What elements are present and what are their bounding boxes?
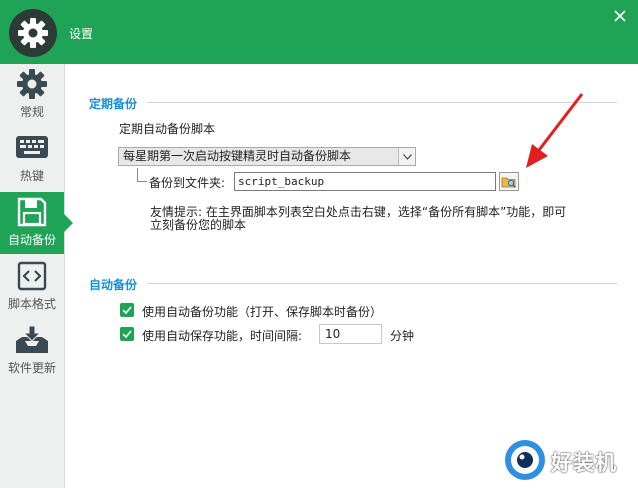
sidebar-item-general[interactable]: 常规 (0, 64, 64, 126)
interval-unit: 分钟 (390, 329, 415, 343)
download-tray-icon (14, 324, 50, 356)
script-label: 定期自动备份脚本 (119, 122, 216, 136)
gear-icon (9, 9, 57, 57)
section-title-scheduled-backup: 定期备份 (89, 97, 138, 111)
watermark-text: 好装机 (551, 451, 617, 475)
title-bar: 设置 (0, 0, 638, 64)
section-title-auto-backup: 自动备份 (89, 278, 138, 292)
auto-save-label: 使用自动保存功能，时间间隔: (142, 329, 303, 343)
folder-browse-icon[interactable] (499, 172, 519, 191)
sidebar-item-label: 脚本格式 (7, 297, 56, 311)
auto-save-checkbox[interactable] (120, 327, 134, 341)
chevron-down-icon[interactable] (398, 148, 415, 165)
folder-label: 备份到文件夹: (149, 176, 226, 190)
close-icon[interactable] (612, 8, 628, 24)
section-divider (147, 283, 617, 284)
tree-connector (137, 168, 147, 182)
sidebar-item-auto-backup[interactable]: 自动备份 (0, 192, 73, 254)
schedule-select[interactable]: 每星期第一次启动按键精灵时自动备份脚本 (118, 147, 416, 166)
sidebar-item-label: 常规 (19, 105, 44, 119)
sidebar-item-hotkeys[interactable]: 热键 (0, 128, 64, 190)
sidebar-item-script-format[interactable]: 脚本格式 (0, 256, 64, 318)
annotation-arrow (526, 93, 584, 168)
code-icon (17, 260, 47, 292)
interval-input[interactable]: 10 (319, 324, 382, 344)
auto-backup-checkbox[interactable] (120, 303, 134, 317)
sidebar-item-label: 自动备份 (7, 233, 56, 247)
eye-logo-icon (503, 438, 547, 482)
sidebar: 常规 热键 自动备份 脚本格式 软件更新 (0, 64, 73, 488)
gear-icon (16, 68, 48, 100)
backup-folder-input[interactable]: script_backup (234, 172, 496, 191)
sidebar-item-label: 热键 (19, 169, 44, 183)
sidebar-item-label: 软件更新 (7, 361, 56, 375)
friendly-tip: 友情提示: 在主界面脚本列表空白处点击右键，选择“备份所有脚本”功能，即可立刻备… (150, 205, 567, 232)
window-title: 设置 (69, 27, 94, 41)
floppy-disk-icon (17, 196, 47, 228)
keyboard-icon (15, 132, 49, 164)
schedule-select-value: 每星期第一次启动按键精灵时自动备份脚本 (123, 149, 352, 163)
auto-backup-label: 使用自动备份功能（打开、保存脚本时备份） (142, 305, 383, 319)
sidebar-item-software-update[interactable]: 软件更新 (0, 320, 64, 382)
